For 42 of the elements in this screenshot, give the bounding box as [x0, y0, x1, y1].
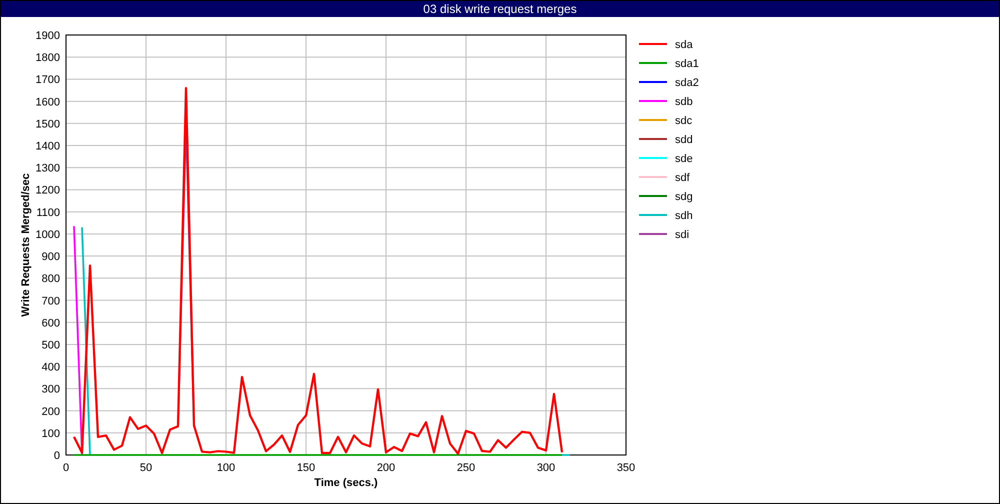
tick-label: 800: [42, 273, 60, 286]
tick-label: 300: [42, 384, 60, 396]
tick-label: 1900: [36, 30, 60, 42]
tick-label: 50: [140, 462, 152, 474]
legend-label: sde: [675, 153, 693, 165]
tick-label: 1600: [36, 96, 60, 108]
tick-label: 1100: [36, 206, 60, 219]
tick-label: 300: [536, 462, 556, 474]
legend-label: sdg: [675, 191, 693, 203]
tick-label: 1200: [36, 184, 60, 197]
tick-label: 700: [42, 295, 60, 308]
axis-title: Time (secs.): [314, 477, 378, 489]
tick-label: 1800: [36, 52, 60, 64]
tick-label: 1700: [36, 74, 60, 86]
tick-label: 1400: [36, 140, 60, 153]
tick-label: 250: [456, 462, 476, 474]
tick-label: 1000: [36, 228, 60, 241]
tick-label: 500: [42, 339, 60, 352]
legend-label: sdc: [675, 115, 692, 127]
tick-label: 100: [42, 428, 60, 440]
legend-label: sdi: [675, 229, 690, 241]
axis-title: Write Requests Merged/sec: [20, 173, 32, 317]
tick-label: 200: [42, 406, 60, 418]
tick-label: 0: [62, 462, 70, 474]
tick-label: 600: [42, 317, 60, 330]
legend-label: sdh: [675, 210, 693, 222]
legend-label: sda1: [675, 58, 699, 70]
tick-label: 1300: [36, 162, 60, 175]
tick-label: 200: [376, 462, 396, 474]
tick-label: 900: [42, 251, 60, 264]
legend-label: sda2: [675, 77, 699, 89]
legend-label: sdf: [675, 172, 690, 184]
legend-label: sdd: [675, 134, 693, 146]
legend-label: sdb: [675, 96, 693, 108]
tick-label: 400: [42, 362, 60, 374]
legend-label: sda: [675, 39, 693, 51]
tick-label: 350: [616, 462, 636, 474]
chart-title: 03 disk write request merges: [1, 1, 999, 17]
tick-label: 100: [216, 462, 236, 474]
tick-label: 1500: [36, 118, 60, 130]
tick-label: 150: [296, 462, 316, 474]
tick-label: 0: [54, 450, 60, 462]
